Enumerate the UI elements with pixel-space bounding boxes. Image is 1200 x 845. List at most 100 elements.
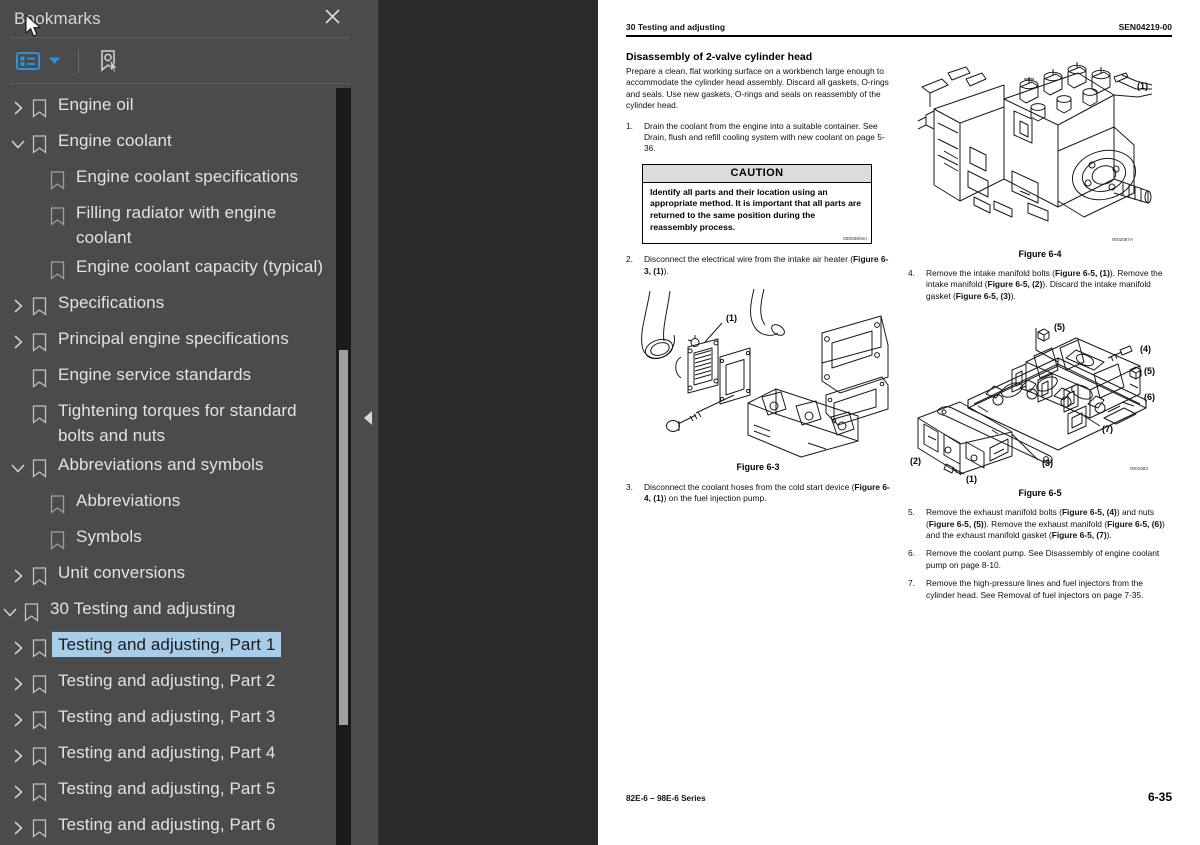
chevron-right-icon[interactable] <box>8 814 28 842</box>
figure-6-5: (5) (4) (5) (6) (7) (3) (2) (1) 0001682 <box>908 308 1172 486</box>
step-number: 4. <box>908 268 915 278</box>
section-heading: Disassembly of 2-valve cylinder head <box>626 51 813 63</box>
svg-text:(4): (4) <box>1140 344 1151 354</box>
bookmark-label: Testing and adjusting, Part 1 <box>50 631 283 658</box>
bookmark-icon <box>46 166 68 194</box>
section-intro-text: Prepare a clean, flat working surface on… <box>626 66 889 111</box>
step-number: 7. <box>908 578 915 589</box>
step-item: 5. Remove the exhaust manifold bolts (Fi… <box>908 507 1172 541</box>
chevron-right-icon[interactable] <box>8 94 28 122</box>
chevron-right-icon[interactable] <box>8 328 28 356</box>
caution-box: CAUTION Identify all parts and their loc… <box>642 163 872 245</box>
bookmark-icon <box>28 670 50 698</box>
step-text: Disconnect the coolant hoses from the co… <box>644 482 890 504</box>
bookmarks-tree-viewport[interactable]: Engine oil Engine coolant Engine coolant s… <box>0 83 360 845</box>
bookmark-label: Testing and adjusting, Part 3 <box>58 707 276 726</box>
bookmark-label: Engine coolant specifications <box>76 167 299 186</box>
collapse-panel-arrow-icon[interactable] <box>364 411 372 425</box>
bookmark-item[interactable]: Testing and adjusting, Part 1 <box>0 630 340 666</box>
step-number: 3. <box>626 482 633 493</box>
bookmarks-scrollbar-thumb[interactable] <box>339 350 348 725</box>
chevron-down-icon[interactable] <box>49 56 60 65</box>
bookmark-item[interactable]: Filling radiator with engine coolant <box>0 198 340 252</box>
bookmark-item[interactable]: Abbreviations <box>0 486 340 522</box>
figure-6-5-code: 0001682 <box>1130 466 1148 471</box>
bookmark-icon <box>28 364 50 392</box>
chevron-right-icon[interactable] <box>8 706 28 734</box>
svg-text:(5): (5) <box>1144 366 1155 376</box>
bookmark-item[interactable]: Testing and adjusting, Part 5 <box>0 774 340 810</box>
bookmark-icon <box>28 706 50 734</box>
svg-text:(5): (5) <box>1054 322 1065 332</box>
bookmark-icon <box>46 202 68 230</box>
bookmark-item[interactable]: Testing and adjusting, Part 4 <box>0 738 340 774</box>
bookmark-item[interactable]: Unit conversions <box>0 558 340 594</box>
bookmark-label: Symbols <box>76 527 142 546</box>
chevron-right-icon[interactable] <box>8 670 28 698</box>
step-text: Remove the high-pressure lines and fuel … <box>926 578 1144 600</box>
step-item: 6. Remove the coolant pump. See Disassem… <box>908 548 1172 571</box>
bookmark-item[interactable]: Abbreviations and symbols <box>0 450 340 486</box>
step-item: 1. Drain the coolant from the engine int… <box>626 121 890 155</box>
close-icon[interactable] <box>318 2 346 30</box>
caution-title: CAUTION <box>643 164 871 183</box>
bookmark-item[interactable]: Engine coolant specifications <box>0 162 340 198</box>
step-item: 2. Disconnect the electrical wire from t… <box>626 254 890 277</box>
bookmark-label: Engine coolant capacity (typical) <box>76 257 324 276</box>
chevron-down-icon[interactable] <box>8 454 28 482</box>
bookmark-item[interactable]: Engine coolant <box>0 126 340 162</box>
bookmark-icon <box>28 328 50 356</box>
bookmark-item[interactable]: Principal engine specifications <box>0 324 340 360</box>
step-item: 3. Disconnect the coolant hoses from the… <box>626 482 890 505</box>
bookmark-label: Abbreviations <box>76 491 181 510</box>
page-header-left: 30 Testing and adjusting <box>626 22 726 32</box>
bookmark-icon <box>28 814 50 842</box>
bookmark-label: Testing and adjusting, Part 2 <box>58 671 276 690</box>
chevron-right-icon[interactable] <box>8 634 28 662</box>
chevron-down-icon[interactable] <box>8 130 28 158</box>
bookmark-icon <box>46 256 68 284</box>
bookmark-item[interactable]: Engine coolant capacity (typical) <box>0 252 340 288</box>
caution-text: Identify all parts and their location us… <box>650 186 862 232</box>
svg-text:(7): (7) <box>1102 424 1113 434</box>
bookmark-icon <box>46 526 68 554</box>
bookmark-options-list-icon[interactable] <box>16 51 40 71</box>
document-viewer[interactable]: 30 Testing and adjusting SEN04219-00 Dis… <box>378 0 1200 845</box>
chevron-right-icon[interactable] <box>8 778 28 806</box>
bookmark-item[interactable]: 30 Testing and adjusting <box>0 594 340 630</box>
bookmark-item[interactable]: Engine oil <box>0 90 340 126</box>
step-text: Drain the coolant from the engine into a… <box>644 120 885 154</box>
chevron-right-icon[interactable] <box>8 742 28 770</box>
bookmark-label: Tightening torques for standard bolts an… <box>58 401 297 445</box>
panel-splitter[interactable] <box>360 0 378 845</box>
bookmark-item[interactable]: Testing and adjusting, Part 2 <box>0 666 340 702</box>
chevron-right-icon[interactable] <box>8 562 28 590</box>
bookmark-item[interactable]: Specifications <box>0 288 340 324</box>
bookmark-item[interactable]: Testing and adjusting, Part 3 <box>0 702 340 738</box>
page-footer-left: 82E-6 – 98E-6 Series <box>626 794 706 803</box>
bookmarks-panel: Bookmarks Engine oil Engine coolant Engi… <box>0 0 360 845</box>
toolbar-divider <box>78 48 79 73</box>
new-bookmark-icon[interactable] <box>97 49 121 73</box>
bookmark-icon <box>28 130 50 158</box>
figure-6-4: (1) 0002087A <box>908 51 1172 247</box>
bookmark-item[interactable]: Testing and adjusting, Part 6 <box>0 810 340 845</box>
figure-6-3-caption: Figure 6-3 <box>736 462 780 473</box>
chevron-down-icon[interactable] <box>0 598 20 626</box>
bookmark-item[interactable]: Engine service standards <box>0 360 340 396</box>
svg-text:(2): (2) <box>910 456 921 466</box>
bookmark-item[interactable]: Tightening torques for standard bolts an… <box>0 396 340 450</box>
bookmark-label: Specifications <box>58 293 165 312</box>
bookmark-label: Testing and adjusting, Part 4 <box>58 743 276 762</box>
figure-6-5-caption: Figure 6-5 <box>1018 488 1062 499</box>
step-number: 6. <box>908 548 915 559</box>
figure-6-3: (1) <box>626 285 890 460</box>
bookmark-item[interactable]: Symbols <box>0 522 340 558</box>
svg-text:(1): (1) <box>726 313 737 323</box>
page-footer: 82E-6 – 98E-6 Series 6-35 <box>626 790 1172 804</box>
step-text: Remove the exhaust manifold bolts (Figur… <box>926 507 1165 541</box>
chevron-right-icon[interactable] <box>8 292 28 320</box>
bookmarks-scrollbar[interactable] <box>336 88 351 845</box>
bookmark-label: Unit conversions <box>58 563 186 582</box>
document-page: 30 Testing and adjusting SEN04219-00 Dis… <box>598 0 1200 845</box>
